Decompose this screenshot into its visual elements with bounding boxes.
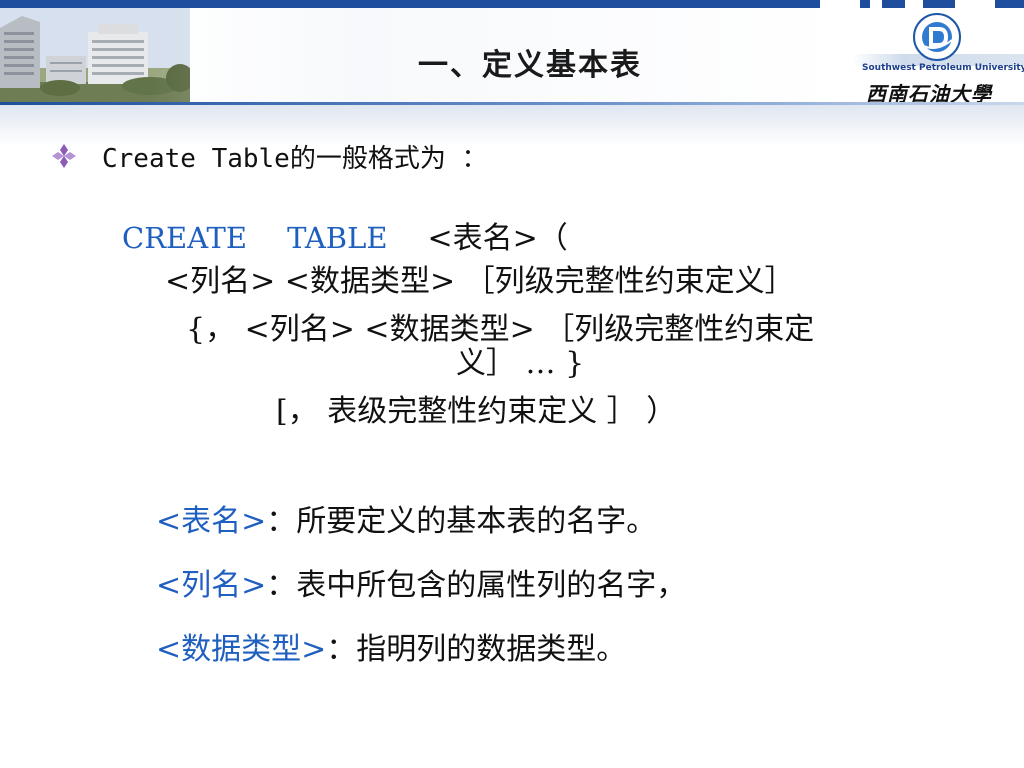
bullet-item: Create Table的一般格式为 ： <box>50 136 488 176</box>
definition-desc: ：指明列的数据类型。 <box>326 632 627 667</box>
university-name-english: Southwest Petroleum University <box>862 63 1024 73</box>
bullet-text: Create Table的一般格式为 ： <box>102 143 488 174</box>
university-seal-icon <box>913 13 961 61</box>
syntax-line-3: {， <列名> <数据类型> ［列级完整性约束定 <box>186 312 815 347</box>
university-logo: Southwest Petroleum University 西南石油大學 <box>852 8 1024 106</box>
keyword-table: TABLE <box>287 221 388 255</box>
definition-data-type: <数据类型>：指明列的数据类型。 <box>156 632 626 668</box>
syntax-line-1: CREATE TABLE <表名>（ <box>122 220 568 257</box>
header-top-bar <box>0 0 1024 8</box>
definition-desc: ：表中所包含的属性列的名字， <box>266 568 687 603</box>
definition-term: <表名> <box>156 504 267 539</box>
syntax-line-2: <列名> <数据类型> ［列级完整性约束定义］ <box>165 264 795 299</box>
slide-title: 一、定义基本表 <box>418 48 642 83</box>
definition-column-name: <列名>：表中所包含的属性列的名字， <box>156 568 686 604</box>
keyword-create: CREATE <box>122 221 248 255</box>
syntax-line-4: 义］ … } <box>456 346 585 381</box>
syntax-line-5: [， 表级完整性约束定义 ］ ） <box>276 394 677 429</box>
definition-term: <数据类型> <box>156 632 327 667</box>
syntax-table-name: <表名>（ <box>427 221 568 256</box>
diamond-bullet-icon <box>52 144 76 168</box>
definition-desc: ：所要定义的基本表的名字。 <box>266 504 657 539</box>
definition-term: <列名> <box>156 568 267 603</box>
definition-table-name: <表名>：所要定义的基本表的名字。 <box>156 504 656 540</box>
